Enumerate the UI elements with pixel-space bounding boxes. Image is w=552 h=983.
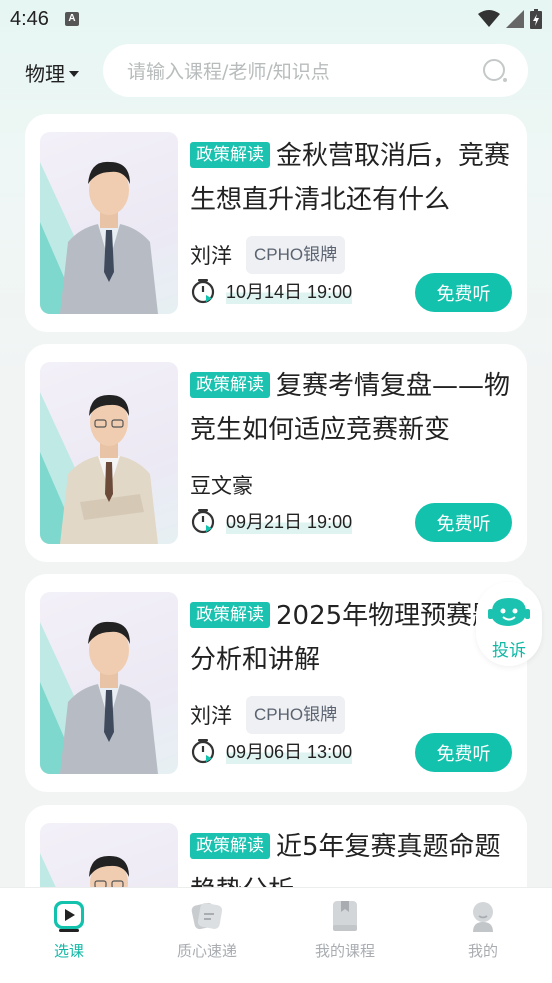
course-card[interactable]: 政策解读 金秋营取消后，竞赛生想直升清北还有什么 刘洋 CPHO银牌 10月14日…: [25, 114, 527, 332]
teacher-photo: [40, 592, 178, 774]
tab-label: 选课: [53, 942, 84, 960]
bottom-tab-bar: 选课 质心速递 我的课程 我的: [0, 887, 552, 983]
tab-profile[interactable]: 我的: [414, 888, 552, 983]
free-listen-button[interactable]: 免费听: [415, 503, 512, 542]
course-card[interactable]: 政策解读 2025年物理预赛题分析和讲解 刘洋 CPHO银牌 09月06日 13:…: [25, 574, 527, 792]
profile-icon: [473, 902, 493, 932]
time-row: 09月21日 19:00: [190, 508, 353, 534]
notification-icon: A: [64, 12, 79, 26]
course-card[interactable]: 政策解读 复赛考情复盘——物竞生如何适应竞赛新变 豆文豪 09月21日 19:00…: [25, 344, 527, 562]
free-listen-button[interactable]: 免费听: [415, 273, 512, 312]
complain-label: 投诉: [492, 641, 526, 661]
tab-express[interactable]: 质心速递: [138, 888, 276, 983]
search-icon[interactable]: [482, 58, 510, 86]
timer-icon: [191, 279, 215, 304]
tab-my-courses[interactable]: 我的课程: [276, 888, 414, 983]
status-bar: 4:46 A: [0, 0, 552, 38]
policy-tag: 政策解读: [190, 372, 270, 398]
teacher-photo: [40, 362, 178, 544]
teacher-name: 刘洋: [190, 704, 232, 728]
teacher-name: 豆文豪: [190, 474, 253, 498]
teacher-row: 豆文豪: [190, 466, 253, 504]
subject-label: 物理: [25, 62, 65, 86]
course-title: 政策解读 复赛考情复盘——物竞生如何适应竞赛新变: [190, 364, 512, 452]
free-listen-button[interactable]: 免费听: [415, 733, 512, 772]
subject-selector[interactable]: 物理: [25, 58, 79, 87]
battery-icon: [530, 9, 542, 29]
policy-tag: 政策解读: [190, 833, 270, 859]
course-info: 政策解读 2025年物理预赛题分析和讲解 刘洋 CPHO银牌 09月06日 13:…: [190, 594, 512, 764]
course-title: 政策解读 2025年物理预赛题分析和讲解: [190, 594, 512, 682]
tab-label: 我的课程: [314, 942, 375, 960]
search-placeholder: 请输入课程/老师/知识点: [127, 61, 330, 83]
time-row: 10月14日 19:00: [190, 278, 353, 304]
status-icons: [478, 9, 542, 29]
wifi-icon: [478, 10, 500, 27]
top-bar: 物理 请输入课程/老师/知识点: [0, 44, 552, 98]
policy-tag: 政策解读: [190, 142, 270, 168]
course-info: 政策解读 复赛考情复盘——物竞生如何适应竞赛新变 豆文豪 09月21日 19:00: [190, 364, 512, 534]
signal-icon: [506, 10, 524, 28]
tab-label: 质心速递: [176, 942, 237, 960]
teacher-photo: [40, 132, 178, 314]
status-time: 4:46: [10, 7, 49, 30]
tab-label: 我的: [467, 942, 498, 960]
time-row: 09月06日 13:00: [190, 738, 353, 764]
support-face-icon: [488, 598, 530, 626]
teacher-badge: CPHO银牌: [246, 696, 346, 734]
timer-icon: [191, 509, 215, 534]
course-time: 09月06日 13:00: [226, 738, 353, 764]
teacher-name: 刘洋: [190, 244, 232, 268]
caret-down-icon: [69, 70, 79, 77]
teacher-thumbnail: [40, 592, 178, 774]
course-info: 政策解读 金秋营取消后，竞赛生想直升清北还有什么 刘洋 CPHO银牌 10月14日…: [190, 134, 512, 304]
teacher-thumbnail: [40, 362, 178, 544]
chat-icon: [191, 902, 223, 930]
teacher-row: 刘洋 CPHO银牌: [190, 696, 346, 734]
teacher-row: 刘洋 CPHO银牌: [190, 236, 346, 274]
teacher-badge: CPHO银牌: [246, 236, 346, 274]
book-icon: [333, 901, 357, 931]
timer-icon: [191, 739, 215, 764]
course-title: 政策解读 金秋营取消后，竞赛生想直升清北还有什么: [190, 134, 512, 222]
policy-tag: 政策解读: [190, 602, 270, 628]
play-course-icon: [54, 901, 84, 932]
teacher-thumbnail: [40, 132, 178, 314]
course-time: 09月21日 19:00: [226, 508, 353, 534]
search-input[interactable]: 请输入课程/老师/知识点: [103, 44, 528, 97]
course-time: 10月14日 19:00: [226, 278, 353, 304]
complain-button[interactable]: 投诉: [476, 582, 542, 666]
tab-course-select[interactable]: 选课: [0, 888, 138, 983]
